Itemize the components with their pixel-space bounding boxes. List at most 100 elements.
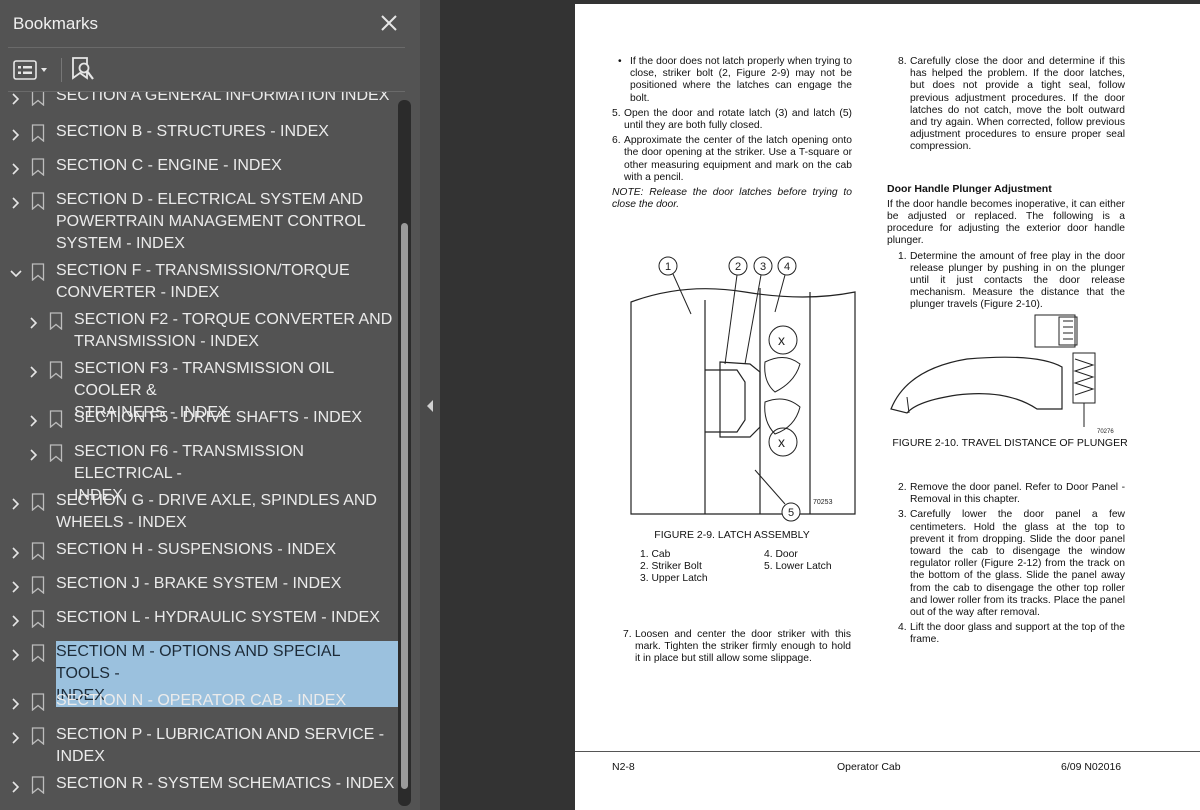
- chevron-right-icon[interactable]: [10, 92, 22, 105]
- footer-title: Operator Cab: [837, 761, 901, 773]
- bookmark-find-icon[interactable]: [70, 56, 96, 84]
- bookmarks-panel: Bookmarks SECTION A GENERAL INFORMATION …: [0, 0, 420, 810]
- svg-text:1: 1: [665, 261, 671, 273]
- chevron-right-icon[interactable]: [28, 446, 40, 461]
- note-text: NOTE: Release the door latches before tr…: [612, 187, 852, 211]
- bookmark-icon: [49, 410, 63, 429]
- step-2: 2. Remove the door panel. Refer to Door P…: [898, 482, 1125, 506]
- legend-item: 4. Door: [764, 549, 798, 560]
- left-column: • If the door does not latch properly whe…: [612, 56, 852, 211]
- step-7-text: Loosen and center the door striker with …: [635, 629, 851, 665]
- latch-assembly-figure: x x 1 2 3 4 5 70253: [630, 256, 856, 522]
- bookmark-icon: [31, 693, 45, 712]
- bookmark-icon: [31, 576, 45, 595]
- bookmark-label: SECTION F2 - TORQUE CONVERTER AND TRANSM…: [74, 311, 393, 350]
- document-page: • If the door does not latch properly whe…: [575, 4, 1200, 810]
- right-column-lower: 2. Remove the door panel. Refer to Door P…: [887, 482, 1125, 650]
- section-heading: Door Handle Plunger Adjustment: [887, 182, 1052, 195]
- svg-text:4: 4: [784, 261, 790, 273]
- chevron-down-icon[interactable]: [10, 265, 22, 278]
- bookmark-label: SECTION H - SUSPENSIONS - INDEX: [56, 541, 337, 558]
- list-options-icon[interactable]: [12, 59, 52, 81]
- bookmark-icon: [49, 312, 63, 331]
- bullet-text: If the door does not latch properly when…: [630, 56, 852, 104]
- bookmark-label: SECTION N - OPERATOR CAB - INDEX: [56, 692, 347, 709]
- chevron-right-icon[interactable]: [10, 778, 22, 793]
- scrollbar-thumb[interactable]: [401, 223, 408, 789]
- callout-2: 2: [728, 256, 748, 276]
- bookmark-icon: [31, 124, 45, 143]
- bookmark-label: SECTION A GENERAL INFORMATION INDEX: [56, 92, 390, 104]
- step-6: 6. Approximate the center of the latch op…: [612, 135, 852, 183]
- step-4-text: Lift the door glass and support at the t…: [910, 622, 1125, 646]
- bookmark-label: SECTION G - DRIVE AXLE, SPINDLES AND WHE…: [56, 492, 377, 531]
- panel-splitter[interactable]: [420, 0, 440, 810]
- footer-rule: [575, 751, 1200, 752]
- step-1: 1. Determine the amount of free play in t…: [898, 250, 1125, 311]
- step-1-text: Determine the amount of free play in the…: [910, 250, 1125, 311]
- plunger-travel-figure: 70276: [890, 314, 1114, 435]
- step-4: 4. Lift the door glass and support at the…: [898, 622, 1125, 646]
- chevron-right-icon[interactable]: [10, 646, 22, 661]
- step-7: 7. Loosen and center the door striker wit…: [623, 629, 851, 665]
- step-5-text: Open the door and rotate latch (3) and l…: [624, 107, 852, 132]
- bookmark-label: SECTION F - TRANSMISSION/TORQUE CONVERTE…: [56, 262, 350, 301]
- bookmark-list: SECTION A GENERAL INFORMATION INDEX SECTI…: [0, 92, 398, 810]
- chevron-right-icon[interactable]: [10, 160, 22, 175]
- step-2-text: Remove the door panel. Refer to Door Pan…: [910, 482, 1125, 506]
- callout-1: 1: [658, 256, 678, 276]
- step-3: 3. Carefully lower the door panel a few c…: [898, 509, 1125, 619]
- chevron-right-icon[interactable]: [10, 194, 22, 209]
- figure-2-9-caption: FIGURE 2-9. LATCH ASSEMBLY: [654, 529, 810, 541]
- figure-code: 70276: [1097, 429, 1114, 435]
- step-8-text: Carefully close the door and determine i…: [910, 56, 1125, 153]
- step-5: 5. Open the door and rotate latch (3) and…: [612, 107, 852, 132]
- figure-2-10-caption: FIGURE 2-10. TRAVEL DISTANCE OF PLUNGER: [892, 437, 1128, 449]
- figure-code: 70253: [813, 499, 833, 506]
- legend-item: 2. Striker Bolt: [640, 561, 702, 573]
- bookmark-label: SECTION P - LUBRICATION AND SERVICE - IN…: [56, 726, 385, 765]
- chevron-right-icon[interactable]: [10, 544, 22, 559]
- bookmark-icon: [31, 776, 45, 795]
- bookmark-scrollbar[interactable]: [398, 100, 411, 806]
- svg-text:2: 2: [735, 261, 741, 273]
- document-viewer[interactable]: • If the door does not latch properly whe…: [440, 0, 1200, 810]
- toolbar-separator: [61, 58, 62, 82]
- chevron-right-icon[interactable]: [10, 126, 22, 141]
- bookmark-label: SECTION R - SYSTEM SCHEMATICS - INDEX: [56, 775, 395, 792]
- callout-4: 4: [777, 256, 797, 276]
- bullet-item: • If the door does not latch properly whe…: [618, 56, 852, 104]
- close-icon[interactable]: [376, 10, 402, 36]
- svg-text:3: 3: [760, 261, 766, 273]
- bookmark-icon: [31, 727, 45, 746]
- chevron-right-icon[interactable]: [10, 578, 22, 593]
- bookmark-icon: [49, 444, 63, 463]
- legend-left: 1. Cab 2. Striker Bolt 3. Upper Latch: [640, 549, 750, 586]
- bookmark-icon: [31, 263, 45, 282]
- legend-item: 5. Lower Latch: [764, 561, 832, 573]
- bookmark-icon: [31, 610, 45, 629]
- panel-title: Bookmarks: [13, 14, 99, 33]
- bookmark-icon: [31, 192, 45, 211]
- panel-header: Bookmarks: [0, 0, 420, 48]
- bookmark-label: SECTION J - BRAKE SYSTEM - INDEX: [56, 575, 342, 592]
- right-column: 8. Carefully close the door and determine…: [887, 56, 1125, 315]
- bookmark-label: SECTION L - HYDRAULIC SYSTEM - INDEX: [56, 609, 380, 626]
- bookmark-label: SECTION F5 - DRIVE SHAFTS - INDEX: [74, 409, 363, 426]
- chevron-right-icon[interactable]: [10, 695, 22, 710]
- bookmark-label: SECTION B - STRUCTURES - INDEX: [56, 123, 329, 140]
- chevron-right-icon[interactable]: [10, 612, 22, 627]
- chevron-right-icon[interactable]: [10, 729, 22, 744]
- bookmark-icon: [31, 92, 45, 107]
- chevron-right-icon[interactable]: [10, 495, 22, 510]
- chevron-right-icon[interactable]: [28, 412, 40, 427]
- step-8: 8. Carefully close the door and determine…: [898, 56, 1125, 153]
- panel-toolbar: [0, 48, 420, 92]
- collapse-panel-icon[interactable]: [424, 398, 436, 414]
- legend-item: 3. Upper Latch: [640, 573, 708, 585]
- chevron-right-icon[interactable]: [28, 314, 40, 329]
- chevron-right-icon[interactable]: [28, 363, 40, 378]
- bookmark-icon: [31, 493, 45, 512]
- step-6-text: Approximate the center of the latch open…: [624, 135, 852, 183]
- bookmark-label: SECTION C - ENGINE - INDEX: [56, 157, 282, 174]
